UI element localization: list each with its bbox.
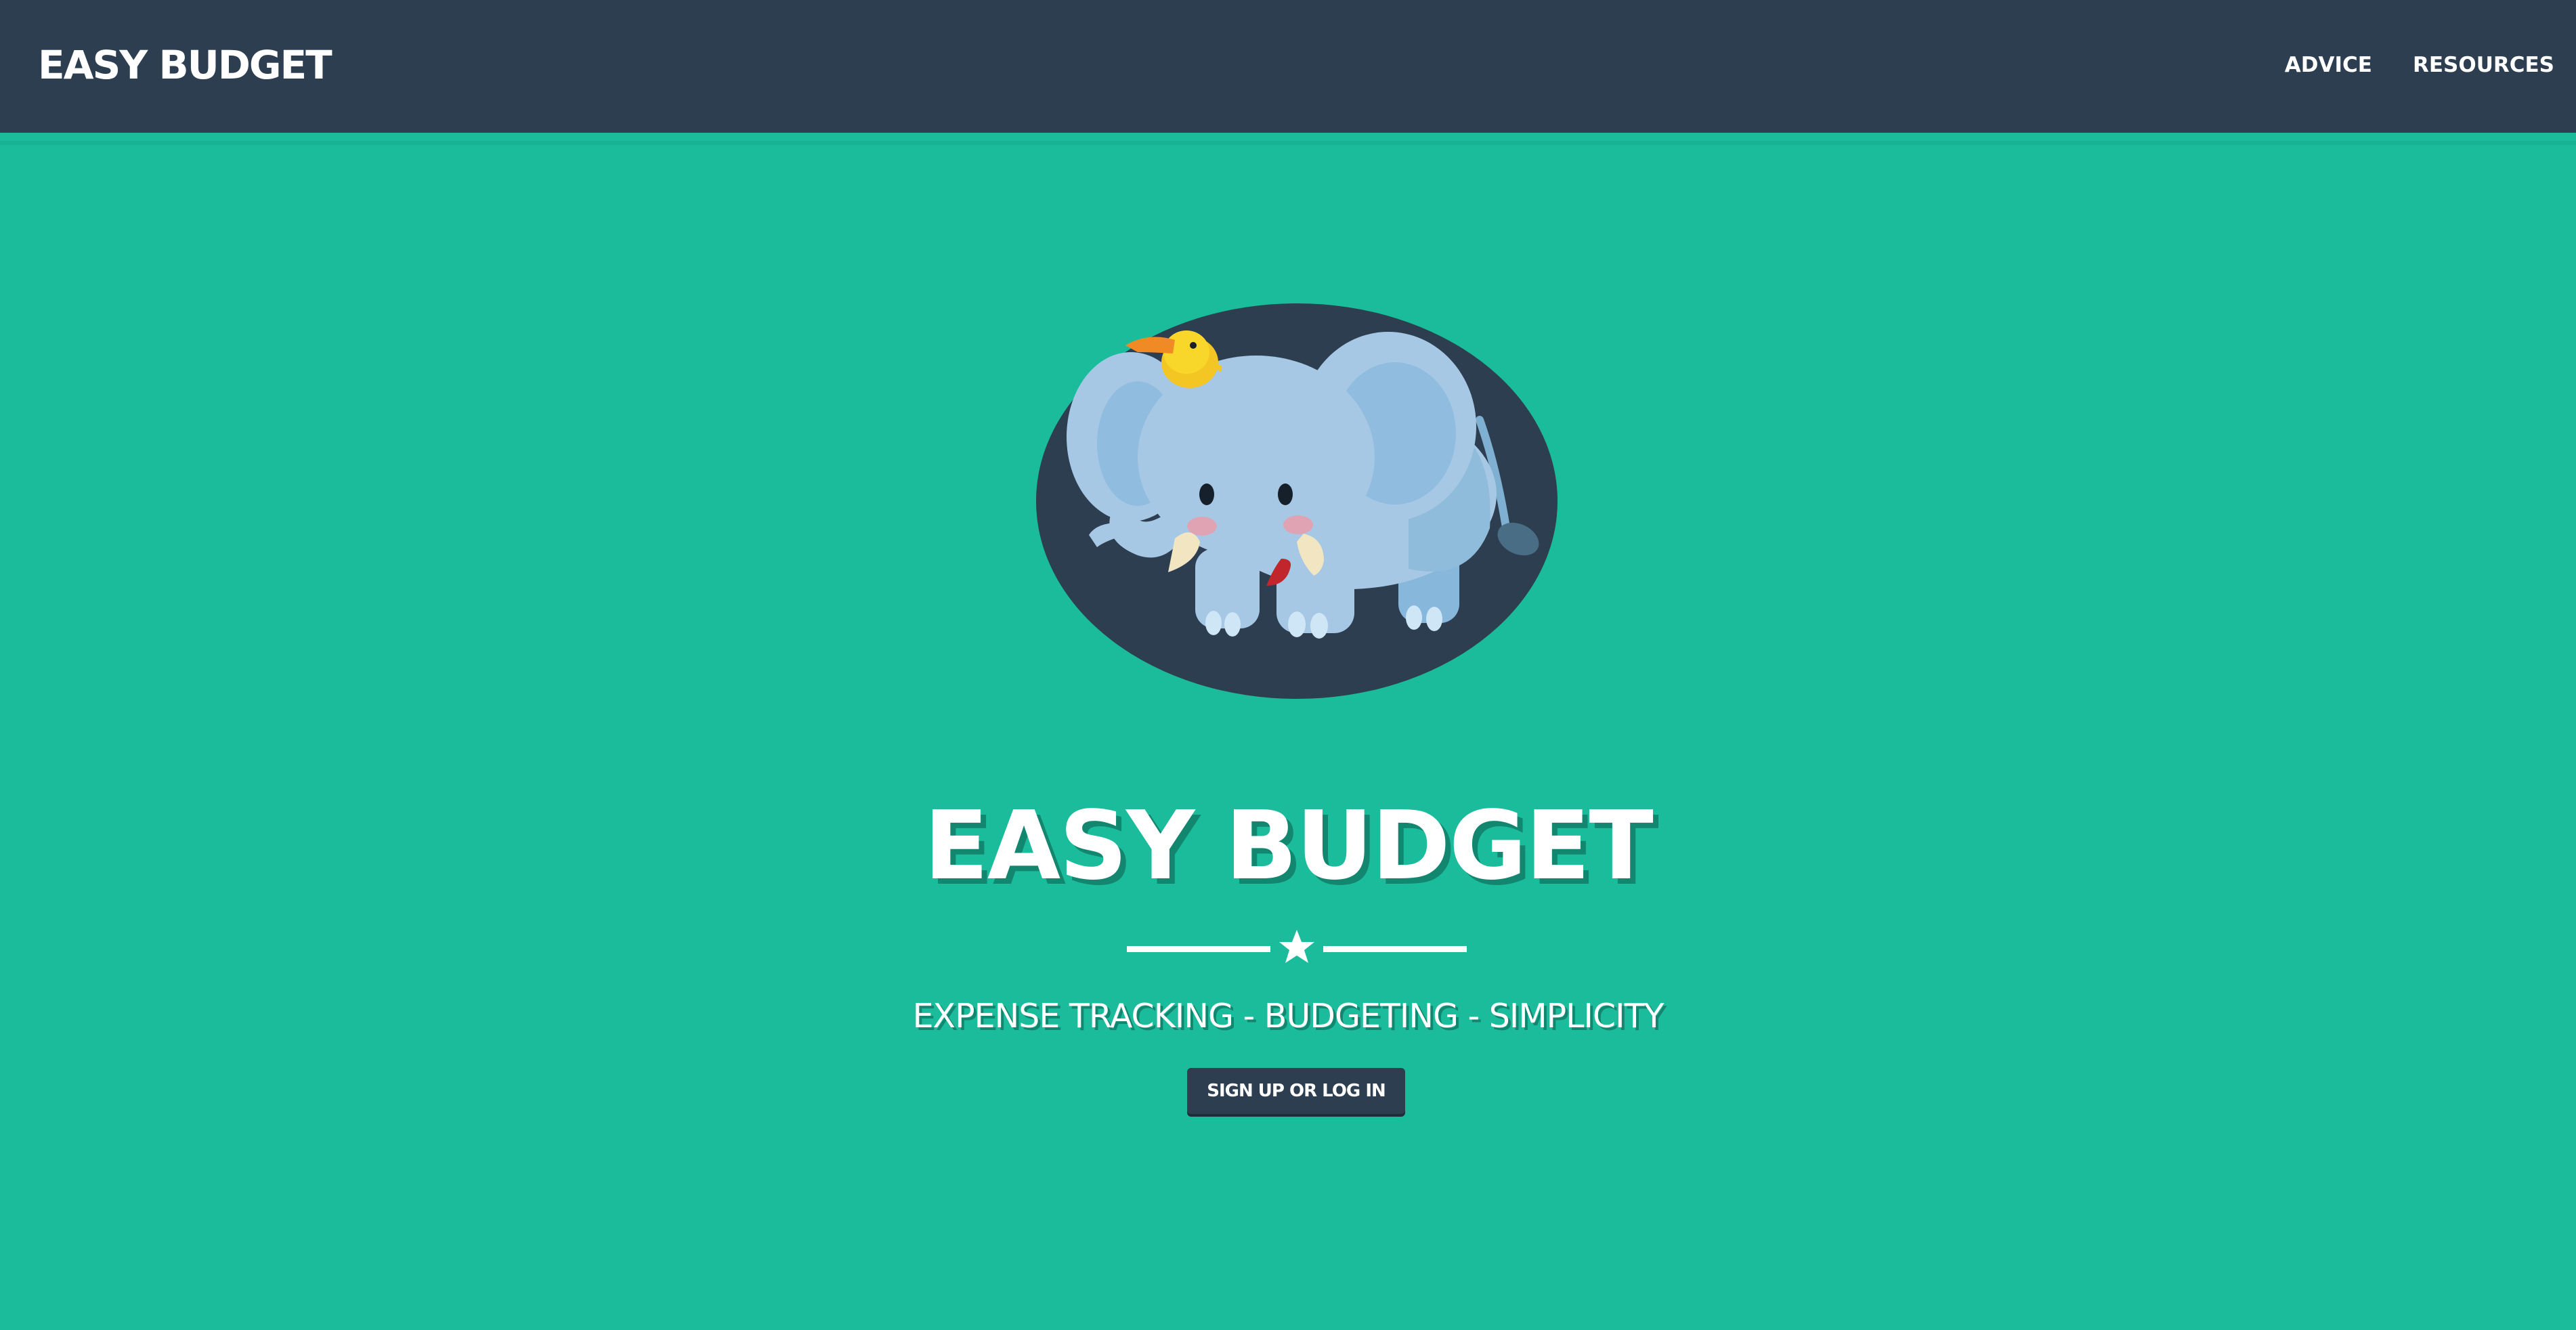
- navbar-divider: [0, 141, 2576, 145]
- elephant-eye-left: [1199, 484, 1214, 505]
- elephant-illustration: [1036, 303, 1558, 699]
- nav-link-advice[interactable]: ADVICE: [2285, 53, 2372, 77]
- signup-login-button[interactable]: SIGN UP OR LOG IN: [1187, 1068, 1405, 1114]
- brand-link[interactable]: EASY BUDGET: [38, 38, 332, 92]
- top-navbar: EASY BUDGET ADVICE RESOURCES: [0, 0, 2576, 133]
- hero-tagline: EXPENSE TRACKING - BUDGETING - SIMPLICIT…: [912, 997, 1665, 1035]
- divider-line-right: [1323, 946, 1467, 952]
- star-icon: [1279, 930, 1314, 963]
- divider-line-left: [1127, 946, 1270, 952]
- hero-title: EASY BUDGET: [924, 791, 1654, 901]
- elephant-eye-right: [1278, 484, 1293, 505]
- nav-links: ADVICE RESOURCES: [2285, 47, 2554, 83]
- star-divider: [1124, 928, 1469, 968]
- nav-link-resources[interactable]: RESOURCES: [2413, 53, 2554, 77]
